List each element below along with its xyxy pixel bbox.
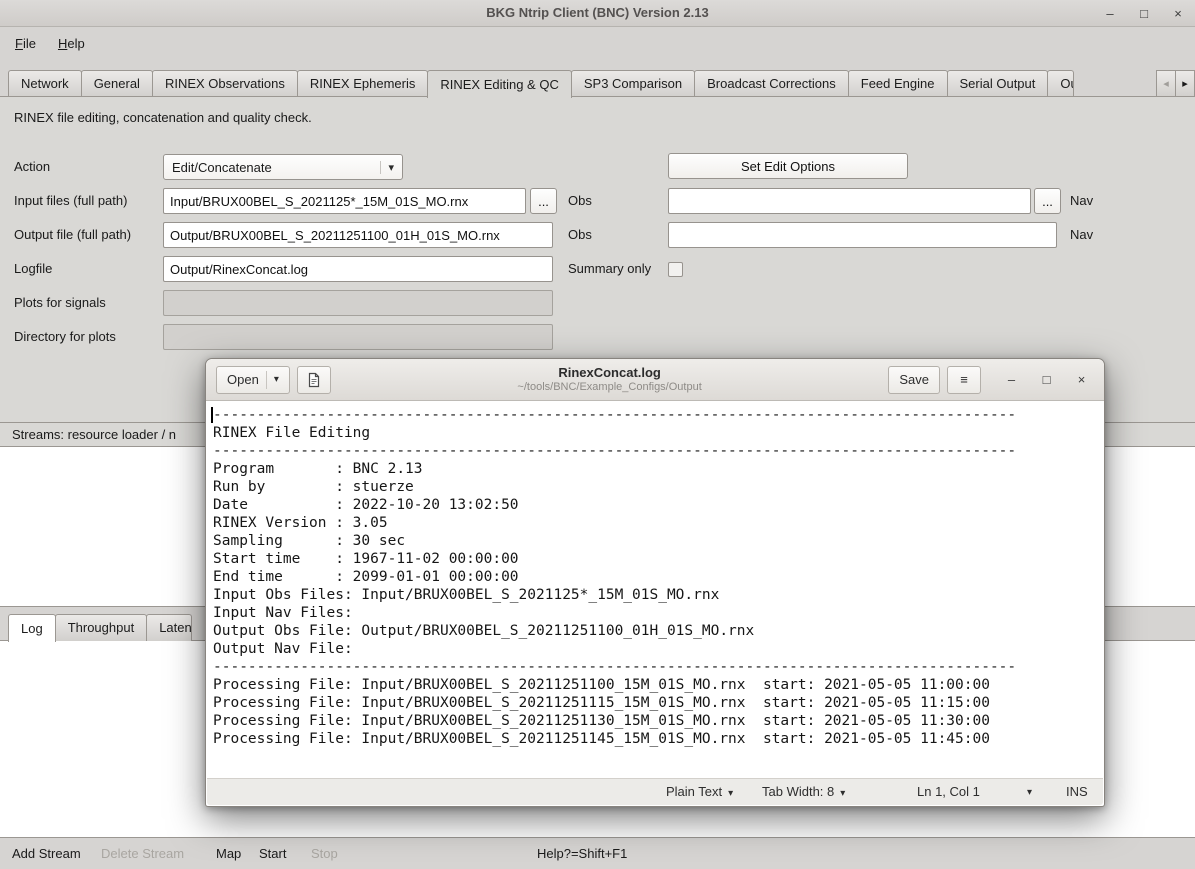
chevron-down-icon[interactable]: ▾ <box>1027 787 1032 798</box>
chevron-down-icon: ▾ <box>840 788 845 799</box>
editor-statusbar: Plain Text▾ Tab Width: 8▾ Ln 1, Col 1 ▾ … <box>207 778 1103 805</box>
insert-mode-indicator[interactable]: INS <box>1066 784 1088 799</box>
editor-headerbar[interactable]: Open ▾ RinexConcat.log ~/tools/BNC/Examp… <box>206 359 1104 401</box>
summary-only-label: Summary only <box>568 256 651 282</box>
tab-log[interactable]: Log <box>8 614 56 642</box>
open-button-label: Open <box>227 372 259 387</box>
titlebar[interactable]: BKG Ntrip Client (BNC) Version 2.13 – □ … <box>0 0 1195 27</box>
tab-broadcast-corrections[interactable]: Broadcast Corrections <box>694 70 849 97</box>
help-hint: Help?=Shift+F1 <box>537 846 627 861</box>
tab-sp3-comparison[interactable]: SP3 Comparison <box>571 70 695 97</box>
tab-width-label: Tab Width: 8 <box>762 784 834 799</box>
tab-latency[interactable]: Laten <box>146 614 192 641</box>
maximize-icon[interactable]: □ <box>1040 372 1053 387</box>
input-nav-browse-button[interactable]: ... <box>1034 188 1061 214</box>
start-button[interactable]: Start <box>259 846 286 861</box>
set-edit-options-button[interactable]: Set Edit Options <box>668 153 908 179</box>
editor-window: Open ▾ RinexConcat.log ~/tools/BNC/Examp… <box>205 358 1105 807</box>
action-select[interactable]: Edit/Concatenate ▾ <box>163 154 403 180</box>
bottom-tabbar: Log Throughput Laten <box>8 613 191 641</box>
output-obs-caption: Obs <box>568 222 592 248</box>
tab-feed-engine[interactable]: Feed Engine <box>848 70 948 97</box>
close-icon[interactable]: × <box>1075 372 1088 387</box>
editor-subtitle: ~/tools/BNC/Example_Configs/Output <box>331 381 889 394</box>
open-button[interactable]: Open ▾ <box>216 366 290 394</box>
tab-outages[interactable]: Ou <box>1047 70 1074 97</box>
delete-stream-button: Delete Stream <box>101 846 184 861</box>
tab-throughput[interactable]: Throughput <box>55 614 148 641</box>
minimize-icon[interactable]: – <box>1103 6 1117 21</box>
output-nav-caption: Nav <box>1070 222 1093 248</box>
tab-scroll-right-icon[interactable]: ▸ <box>1175 70 1195 97</box>
hamburger-icon: ≡ <box>960 372 968 387</box>
input-files-label: Input files (full path) <box>14 188 127 214</box>
new-document-icon <box>307 372 321 388</box>
plots-directory-label: Directory for plots <box>14 324 116 350</box>
button-separator <box>266 371 267 389</box>
output-obs-field[interactable] <box>163 222 553 248</box>
new-document-button[interactable] <box>297 366 331 394</box>
bottom-toolbar: Add Stream Delete Stream Map Start Stop … <box>0 838 1195 869</box>
maximize-icon[interactable]: □ <box>1137 6 1151 21</box>
tab-serial-output[interactable]: Serial Output <box>947 70 1049 97</box>
text-cursor <box>211 407 213 423</box>
window-title: BKG Ntrip Client (BNC) Version 2.13 <box>0 5 1195 20</box>
input-nav-field[interactable] <box>668 188 1031 214</box>
plots-signals-field <box>163 290 553 316</box>
close-icon[interactable]: × <box>1171 6 1185 21</box>
minimize-icon[interactable]: – <box>1005 372 1018 387</box>
menu-button[interactable]: ≡ <box>947 366 981 394</box>
tab-general[interactable]: General <box>81 70 153 97</box>
logfile-label: Logfile <box>14 256 52 282</box>
input-nav-caption: Nav <box>1070 188 1093 214</box>
streams-header-text: Streams: resource loader / n <box>12 427 176 442</box>
menu-file[interactable]: File <box>6 32 45 55</box>
save-button[interactable]: Save <box>888 366 940 394</box>
input-obs-field[interactable] <box>163 188 526 214</box>
menu-help[interactable]: Help <box>49 32 94 55</box>
map-button[interactable]: Map <box>216 846 241 861</box>
tab-network[interactable]: Network <box>8 70 82 97</box>
chevron-down-icon: ▾ <box>380 161 394 174</box>
main-tabbar: Network General RINEX Observations RINEX… <box>8 69 1195 97</box>
tab-rinex-ephemeris[interactable]: RINEX Ephemeris <box>297 70 428 97</box>
tab-rinex-observations[interactable]: RINEX Observations <box>152 70 298 97</box>
output-file-label: Output file (full path) <box>14 222 131 248</box>
editor-title-area: RinexConcat.log ~/tools/BNC/Example_Conf… <box>331 366 889 394</box>
action-label: Action <box>14 154 50 180</box>
tab-scroll-left-icon[interactable]: ◂ <box>1156 70 1176 97</box>
output-nav-field[interactable] <box>668 222 1057 248</box>
language-label: Plain Text <box>666 784 722 799</box>
tab-rinex-editing-qc[interactable]: RINEX Editing & QC <box>427 70 572 98</box>
pane-description: RINEX file editing, concatenation and qu… <box>14 110 312 125</box>
chevron-down-icon: ▾ <box>728 788 733 799</box>
tab-scroll-buttons: ◂ ▸ <box>1157 70 1195 97</box>
log-file-content[interactable]: ----------------------------------------… <box>207 401 1103 748</box>
plots-directory-field <box>163 324 553 350</box>
input-obs-browse-button[interactable]: ... <box>530 188 557 214</box>
summary-only-checkbox[interactable] <box>668 262 683 277</box>
logfile-field[interactable] <box>163 256 553 282</box>
tab-width-selector[interactable]: Tab Width: 8 ▾ <box>762 784 845 799</box>
plots-signals-label: Plots for signals <box>14 290 106 316</box>
cursor-position[interactable]: Ln 1, Col 1 <box>917 784 980 799</box>
add-stream-button[interactable]: Add Stream <box>12 846 81 861</box>
stop-button: Stop <box>311 846 338 861</box>
editor-title: RinexConcat.log <box>331 366 889 381</box>
action-selected-value: Edit/Concatenate <box>172 160 374 175</box>
chevron-down-icon: ▾ <box>274 374 279 385</box>
language-selector[interactable]: Plain Text ▾ <box>666 784 733 799</box>
editor-text-area[interactable]: ----------------------------------------… <box>207 401 1103 778</box>
input-obs-caption: Obs <box>568 188 592 214</box>
menubar: File Help <box>0 28 1195 58</box>
